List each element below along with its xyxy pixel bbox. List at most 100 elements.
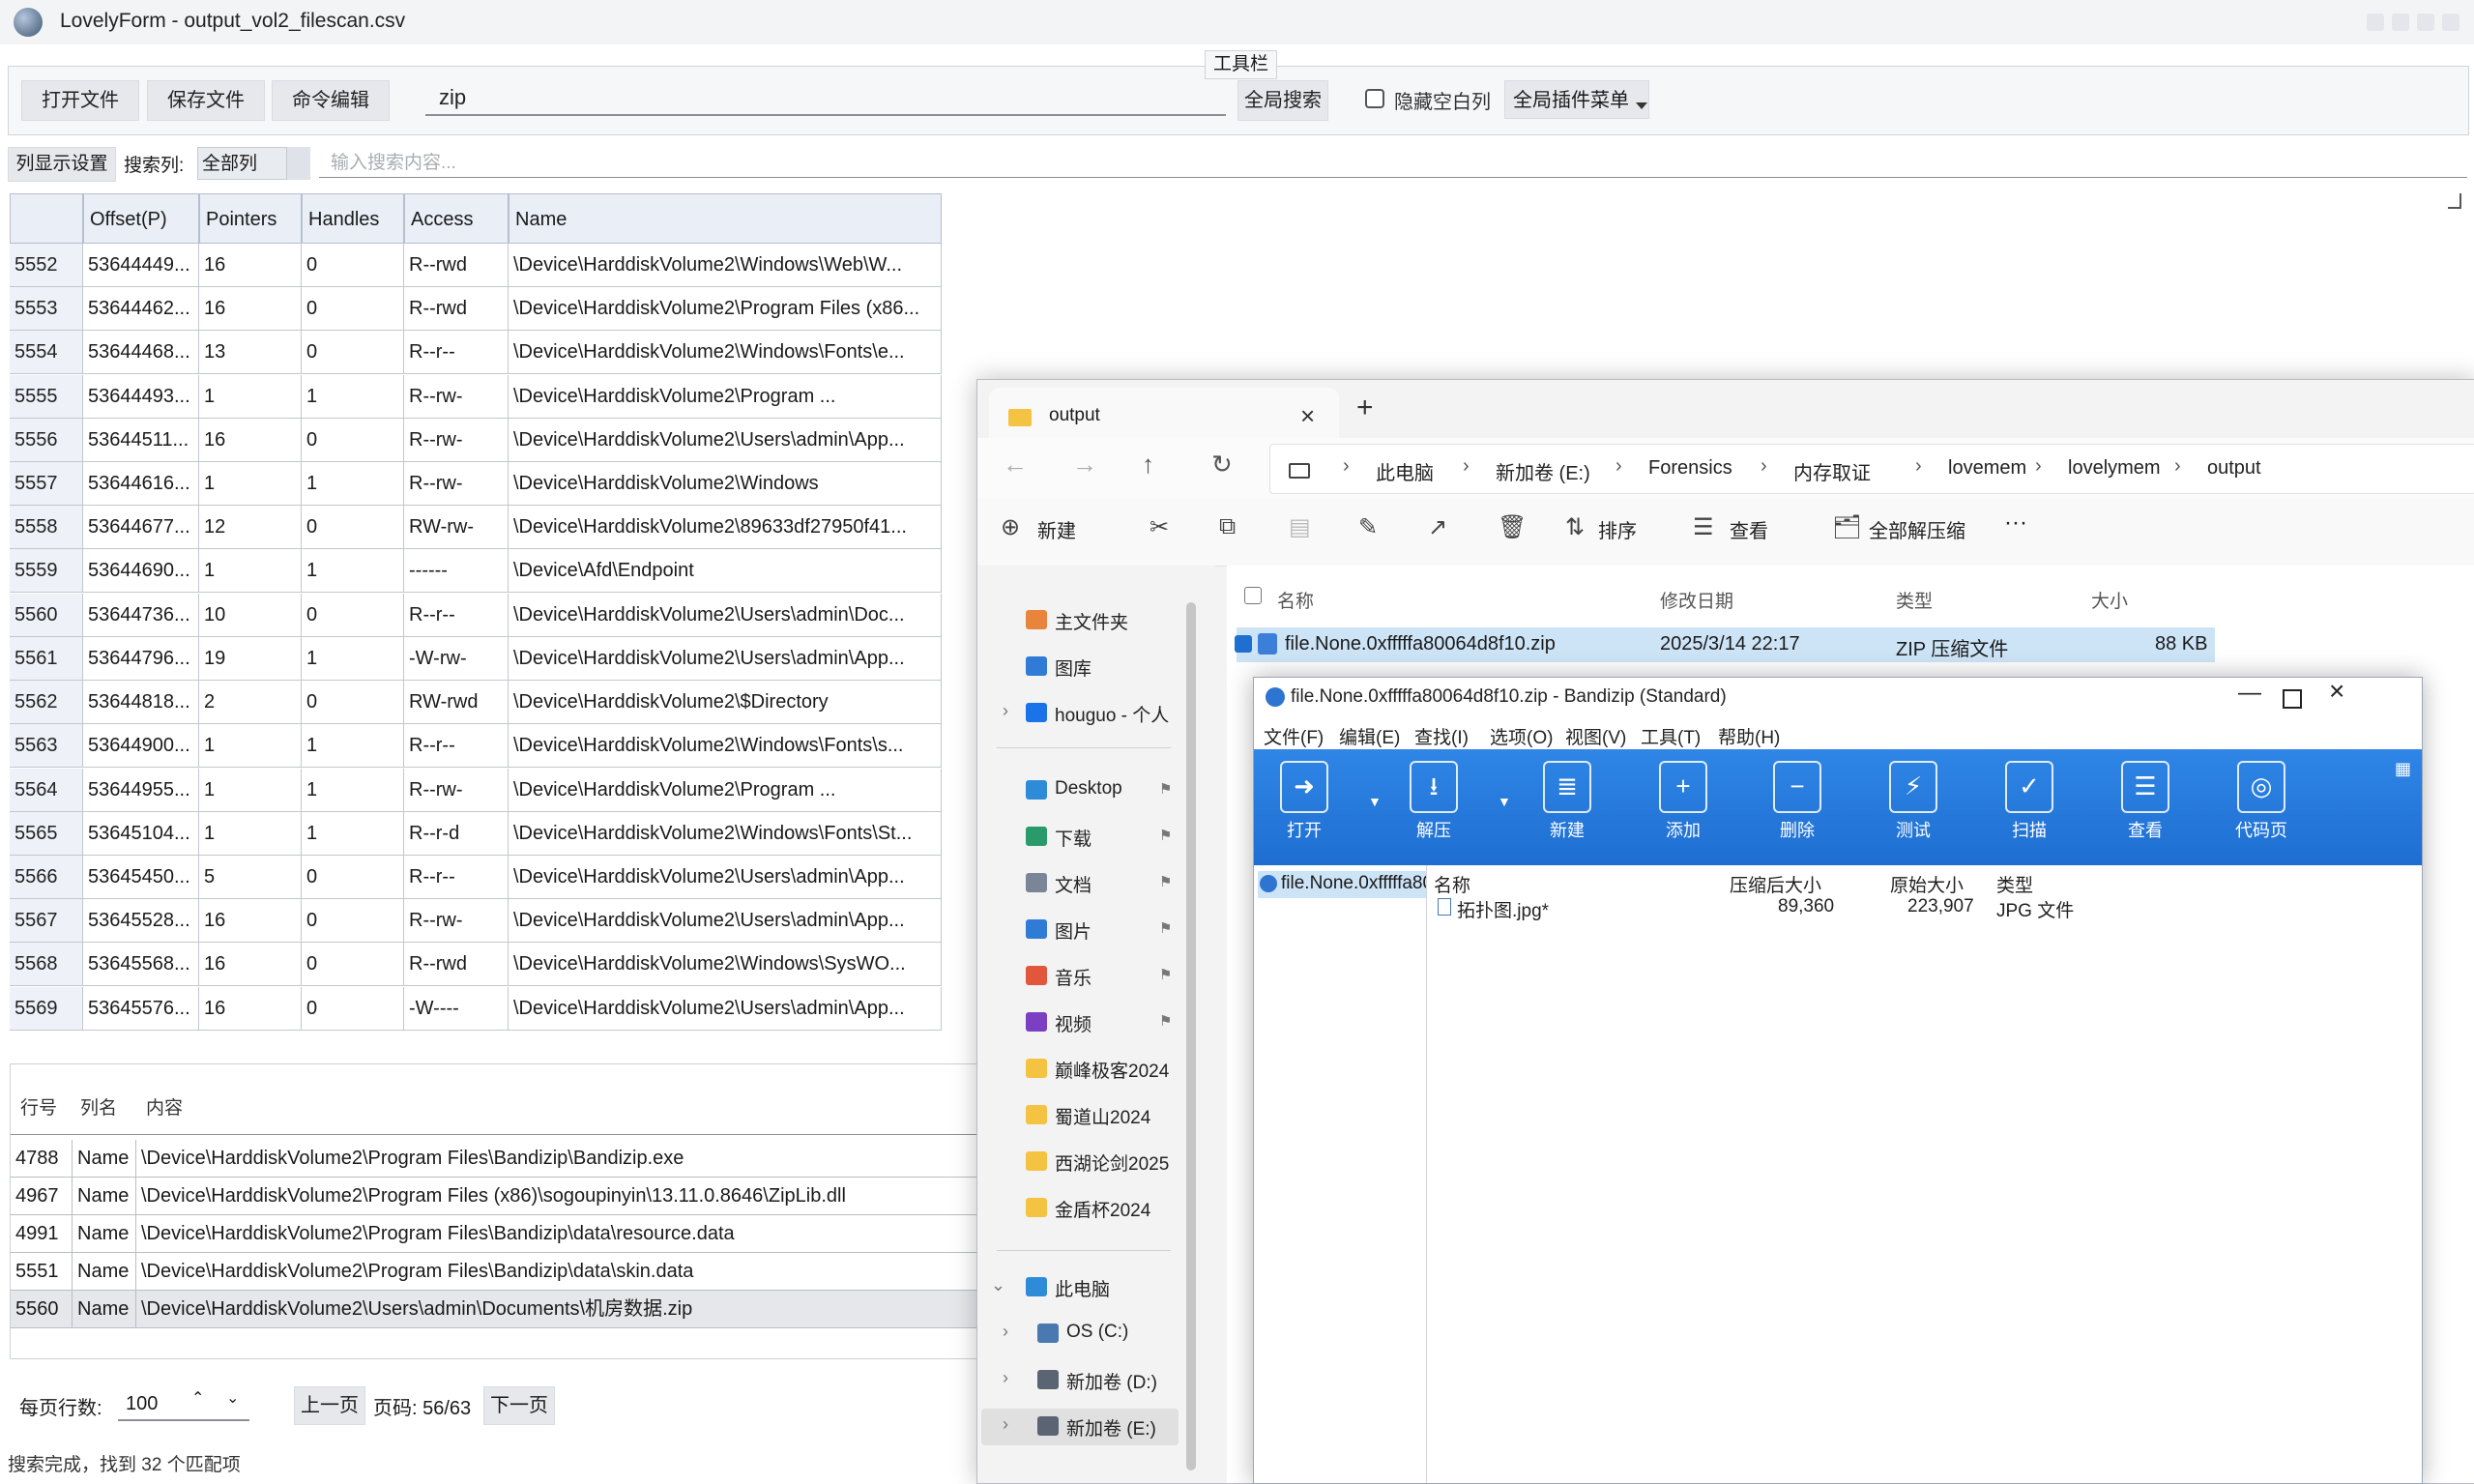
cell-access[interactable]: R--rw- (404, 768, 509, 812)
table-row[interactable]: 5559 53644690... 1 1 ------ \Device\Afd\Endpo… (10, 549, 942, 594)
column-settings-button[interactable]: 列显示设置 (8, 147, 116, 182)
result-row[interactable]: 4967 Name \Device\HarddiskVolume2\Program … (11, 1178, 977, 1215)
result-content[interactable]: \Device\HarddiskVolume2\Program Files\Ba… (136, 1215, 977, 1253)
cell-name[interactable]: \Device\HarddiskVolume2\Program Files (x… (509, 287, 942, 332)
cell-pointers[interactable]: 1 (199, 724, 302, 769)
hide-empty-columns-checkbox[interactable] (1365, 89, 1384, 108)
table-row[interactable]: 5555 53644493... 1 1 R--rw- \Device\HarddiskV… (10, 374, 942, 419)
menu-item[interactable]: 编辑(E) (1339, 723, 1400, 749)
cell-name[interactable]: \Device\HarddiskVolume2\Windows\Fonts\e.… (509, 331, 942, 375)
breadcrumb-item[interactable]: lovelymem (2068, 457, 2161, 480)
cell-pointers[interactable]: 13 (199, 331, 302, 375)
cell-name[interactable]: \Device\Afd\Endpoint (509, 549, 942, 594)
breadcrumb-item[interactable]: 此电脑 (1376, 457, 1434, 485)
column-header-size[interactable]: 大小 (2091, 587, 2128, 613)
cell-access[interactable]: R--rwd (404, 943, 509, 987)
cell-pointers[interactable]: 19 (199, 636, 302, 681)
menu-item[interactable]: 帮助(H) (1718, 723, 1780, 749)
result-column[interactable]: Name (73, 1291, 136, 1328)
breadcrumb-separator-icon[interactable]: › (1915, 455, 1922, 478)
table-row[interactable]: 5566 53645450... 5 0 R--r-- \Device\HarddiskV… (10, 855, 942, 899)
cell-pointers[interactable]: 12 (199, 506, 302, 550)
result-line[interactable]: 4967 (11, 1178, 73, 1215)
breadcrumb-separator-icon[interactable]: › (1615, 455, 1622, 478)
next-page-button[interactable]: 下一页 (483, 1386, 555, 1425)
select-all-checkbox[interactable] (1244, 587, 1262, 604)
nav-item[interactable]: 西湖论剑2025 (1055, 1149, 1169, 1176)
pin-icon[interactable]: ⚑ (1159, 780, 1172, 798)
result-row[interactable]: 5551 Name \Device\HarddiskVolume2\Program … (11, 1253, 977, 1291)
cell-pointers[interactable]: 16 (199, 418, 302, 462)
table-row[interactable]: 5558 53644677... 12 0 RW-rw- \Device\Harddisk… (10, 506, 942, 550)
chevron-right-icon[interactable]: › (1003, 701, 1008, 721)
cell-pointers[interactable]: 1 (199, 768, 302, 812)
entry-name[interactable]: 拓扑图.jpg* (1457, 896, 1549, 922)
menu-item[interactable]: 选项(O) (1490, 723, 1553, 749)
refresh-icon[interactable]: ↻ (1211, 450, 1233, 480)
result-line[interactable]: 4788 (11, 1140, 73, 1178)
cell-handles[interactable]: 1 (302, 462, 404, 507)
cell-handles[interactable]: 0 (302, 287, 404, 332)
stepper-up-icon[interactable]: ⌃ (191, 1388, 204, 1408)
column-header-pointers[interactable]: Pointers (199, 193, 302, 244)
cell-name[interactable]: \Device\HarddiskVolume2\Users\admin\App.… (509, 986, 942, 1031)
global-search-button[interactable]: 全局搜索 (1237, 80, 1328, 121)
rename-icon[interactable]: ✎ (1358, 513, 1378, 541)
cell-access[interactable]: R--rw- (404, 374, 509, 419)
cell-pointers[interactable]: 5 (199, 855, 302, 899)
toolbar-button-test[interactable]: ⚡ 测试 (1875, 761, 1952, 842)
address-bar[interactable] (1269, 444, 2474, 494)
row-number[interactable]: 5565 (10, 811, 83, 856)
table-row[interactable]: 5568 53645568... 16 0 R--rwd \Device\Harddisk… (10, 943, 942, 987)
up-icon[interactable]: ↑ (1142, 450, 1154, 480)
row-number[interactable]: 5568 (10, 943, 83, 987)
cell-handles[interactable]: 0 (302, 593, 404, 637)
result-line[interactable]: 5551 (11, 1253, 73, 1291)
nav-item[interactable]: Desktop (1055, 778, 1122, 800)
forward-icon[interactable]: → (1072, 450, 1097, 480)
view-button[interactable]: 查看 (1730, 515, 1768, 543)
cell-handles[interactable]: 1 (302, 636, 404, 681)
nav-item[interactable]: 下载 (1055, 825, 1091, 851)
result-line[interactable]: 4991 (11, 1215, 73, 1253)
cell-offset[interactable]: 53644736... (83, 593, 199, 637)
extract-dropdown-icon[interactable]: ▼ (1498, 794, 1511, 809)
table-row[interactable]: 5565 53645104... 1 1 R--r-d \Device\HarddiskV… (10, 811, 942, 856)
result-content[interactable]: \Device\HarddiskVolume2\Program Files\Ba… (136, 1140, 977, 1178)
nav-item[interactable]: 图库 (1055, 655, 1091, 681)
cell-handles[interactable]: 0 (302, 681, 404, 725)
table-row[interactable]: 5556 53644511... 16 0 R--rw- \Device\Harddisk… (10, 418, 942, 462)
close-icon[interactable]: × (2329, 678, 2344, 707)
table-row[interactable]: 5564 53644955... 1 1 R--rw- \Device\HarddiskV… (10, 768, 942, 812)
toolbar-button-delete[interactable]: − 删除 (1759, 761, 1836, 842)
breadcrumb-separator-icon[interactable]: › (2174, 455, 2181, 478)
nav-item[interactable]: 图片 (1055, 917, 1091, 944)
global-search-input[interactable] (425, 81, 1226, 116)
row-number[interactable]: 5567 (10, 899, 83, 944)
cell-name[interactable]: \Device\HarddiskVolume2\Windows\SysWO... (509, 943, 942, 987)
cell-handles[interactable]: 0 (302, 244, 404, 287)
pin-icon[interactable]: ⚑ (1159, 873, 1172, 890)
table-row[interactable]: 5561 53644796... 19 1 -W-rw- \Device\Harddisk… (10, 636, 942, 681)
column-header-date[interactable]: 修改日期 (1660, 587, 1733, 613)
more-options-button[interactable]: ··· (2004, 509, 2027, 537)
toolbar-button-new-archive[interactable]: ≣ 新建 (1528, 761, 1606, 842)
open-file-button[interactable]: 打开文件 (21, 80, 139, 121)
copy-icon[interactable]: ⧉ (1219, 513, 1236, 540)
tab-output[interactable]: output × (989, 388, 1339, 438)
cell-name[interactable]: \Device\HarddiskVolume2\Program ... (509, 768, 942, 812)
nav-item[interactable]: 主文件夹 (1055, 608, 1128, 634)
table-row[interactable]: 5567 53645528... 16 0 R--rw- \Device\Harddisk… (10, 899, 942, 944)
cell-pointers[interactable]: 1 (199, 374, 302, 419)
result-column[interactable]: Name (73, 1178, 136, 1215)
breadcrumb-separator-icon[interactable]: › (2035, 455, 2042, 478)
cell-offset[interactable]: 53644677... (83, 506, 199, 550)
menu-item[interactable]: 视图(V) (1565, 723, 1626, 749)
row-number[interactable]: 5560 (10, 593, 83, 637)
close-icon[interactable] (2417, 14, 2434, 31)
pin-icon[interactable]: ⚑ (1159, 1012, 1172, 1030)
layout-toggle-icon[interactable]: ▦ (2395, 759, 2411, 779)
cell-offset[interactable]: 53644616... (83, 462, 199, 507)
cell-name[interactable]: \Device\HarddiskVolume2\89633df27950f41.… (509, 506, 942, 550)
cell-name[interactable]: \Device\HarddiskVolume2\Users\admin\App.… (509, 418, 942, 462)
